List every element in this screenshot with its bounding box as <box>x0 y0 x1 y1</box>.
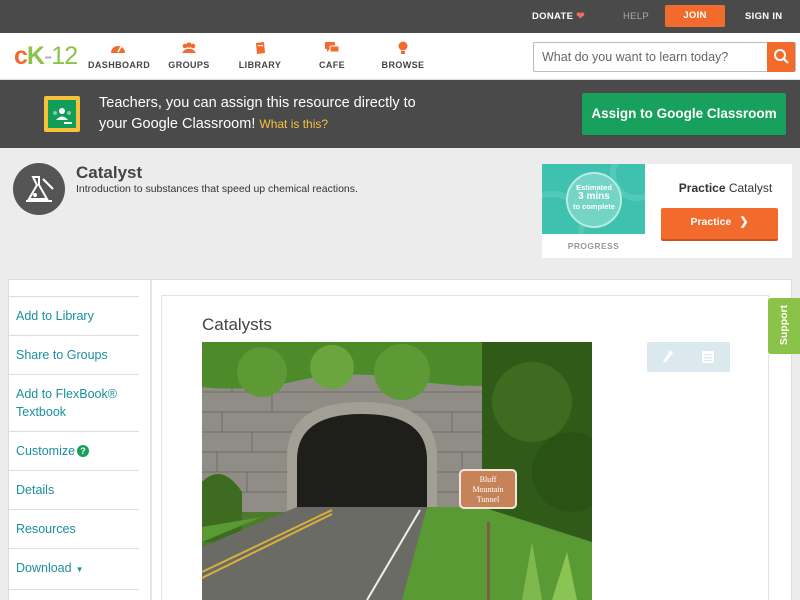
nav-groups-label: GROUPS <box>168 60 210 70</box>
sidebar-customize-label: Customize <box>16 444 76 458</box>
sidebar-resources[interactable]: Resources <box>8 509 139 548</box>
chemistry-flask-icon <box>13 163 65 215</box>
sidebar: Add to Library Share to Groups Add to Fl… <box>8 296 139 600</box>
sign-in-link[interactable]: SIGN IN <box>745 0 782 33</box>
sign-line-3: Tunnel <box>477 495 500 504</box>
sidebar-share-to-groups[interactable]: Share to Groups <box>8 335 139 374</box>
cafe-icon <box>325 42 340 53</box>
tunnel-photo: Bluff Mountain Tunnel <box>202 342 592 600</box>
search-button[interactable] <box>767 42 795 72</box>
heart-icon: ❤ <box>576 11 585 22</box>
progress-panel: Estimated 3 mins to complete <box>542 164 645 234</box>
donate-label: DONATE <box>532 11 574 22</box>
support-tab[interactable]: Support <box>768 298 800 354</box>
caret-down-icon: ▼ <box>75 565 84 574</box>
sidebar-details[interactable]: Details <box>8 470 139 509</box>
main-nav: cK-12 DASHBOARD GROUPS LIBRARY CAFE BROW… <box>0 33 800 80</box>
nav-cafe-label: CAFE <box>318 60 346 70</box>
google-classroom-icon <box>44 96 80 132</box>
nav-dashboard-label: DASHBOARD <box>88 60 151 70</box>
banner-message: Teachers, you can assign this resource d… <box>99 93 539 135</box>
sidebar-download[interactable]: Download ▼ <box>8 548 139 589</box>
sidebar-add-to-library[interactable]: Add to Library <box>8 296 139 335</box>
practice-card: Estimated 3 mins to complete PROGRESS Pr… <box>542 164 792 258</box>
library-icon <box>256 42 265 54</box>
nav-browse-label: BROWSE <box>381 60 425 70</box>
practice-button[interactable]: Practice ❯ <box>661 208 778 239</box>
notes-icon[interactable] <box>701 349 715 365</box>
sign-line-2: Mountain <box>472 485 503 494</box>
sidebar-download-label: Download <box>16 561 72 575</box>
estimated-time-circle: Estimated 3 mins to complete <box>566 172 622 228</box>
concept-description: Introduction to substances that speed up… <box>76 183 358 195</box>
groups-icon <box>182 42 196 53</box>
nav-library-label: LIBRARY <box>238 60 282 70</box>
support-label: Support <box>778 304 790 346</box>
pencil-icon[interactable] <box>661 349 675 365</box>
practice-title-bold: Practice <box>678 181 726 195</box>
banner-line-1: Teachers, you can assign this resource d… <box>99 95 416 111</box>
quick-tips-heading: Quick Tips <box>8 589 139 600</box>
progress-label: PROGRESS <box>567 241 620 251</box>
search-icon <box>774 49 789 64</box>
help-question-icon[interactable]: ? <box>77 445 90 457</box>
join-button[interactable]: JOIN <box>665 5 725 27</box>
search-box <box>533 42 796 72</box>
what-is-this-link[interactable]: What is this? <box>259 117 328 131</box>
ck12-logo[interactable]: cK-12 <box>14 42 78 71</box>
nav-library[interactable]: LIBRARY <box>238 41 282 70</box>
estimated-minutes: 3 mins <box>578 191 610 202</box>
banner-line-2: your Google Classroom! <box>99 116 256 132</box>
chevron-right-icon: ❯ <box>739 216 749 228</box>
dashboard-icon <box>111 46 125 53</box>
nav-dashboard[interactable]: DASHBOARD <box>88 41 151 70</box>
top-bar: DONATE ❤ HELP JOIN SIGN IN <box>0 0 800 33</box>
sidebar-divider <box>150 280 152 600</box>
sign-line-1: Bluff <box>480 475 497 484</box>
logo-c: c <box>14 42 28 70</box>
concept-title: Catalyst <box>76 163 143 182</box>
article-title: Catalysts <box>202 315 272 334</box>
google-classroom-banner: Teachers, you can assign this resource d… <box>0 80 800 148</box>
article-tools <box>647 342 730 372</box>
donate-link[interactable]: DONATE ❤ <box>532 0 585 33</box>
browse-icon <box>398 41 408 54</box>
nav-cafe[interactable]: CAFE <box>312 41 352 70</box>
practice-title: Practice Catalyst <box>659 181 792 195</box>
practice-title-topic: Catalyst <box>728 181 773 195</box>
nav-groups[interactable]: GROUPS <box>164 41 214 70</box>
practice-button-label: Practice <box>690 216 732 228</box>
logo-k: K <box>26 42 45 70</box>
to-complete-label: to complete <box>572 202 616 211</box>
search-input[interactable] <box>534 43 768 71</box>
sidebar-add-to-flexbook[interactable]: Add to FlexBook® Textbook <box>8 374 139 431</box>
help-link[interactable]: HELP <box>623 0 649 33</box>
assign-to-google-classroom-button[interactable]: Assign to Google Classroom <box>582 93 786 135</box>
logo-12: 12 <box>51 42 78 70</box>
nav-browse[interactable]: BROWSE <box>380 41 426 70</box>
sidebar-customize[interactable]: Customize? <box>8 431 139 470</box>
